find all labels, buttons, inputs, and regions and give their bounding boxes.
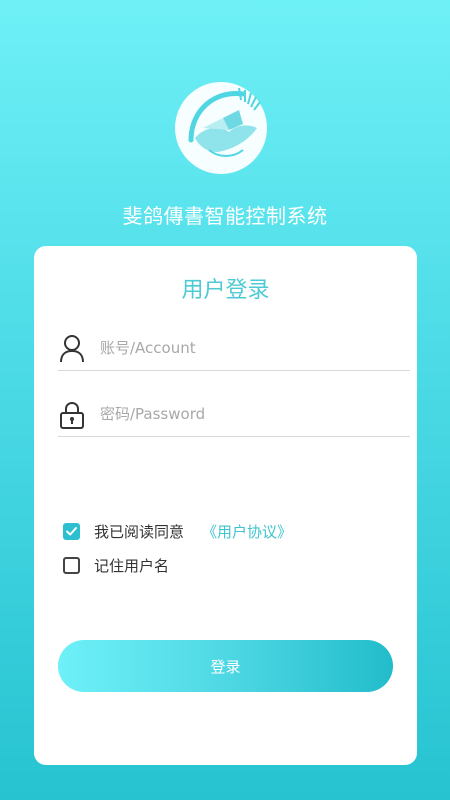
password-field — [58, 396, 410, 437]
lock-icon — [58, 400, 86, 430]
password-input[interactable] — [100, 400, 400, 428]
account-field — [58, 330, 410, 371]
agreement-row: 我已阅读同意 《用户协议》 — [63, 520, 292, 542]
remember-row: 记住用户名 — [63, 554, 169, 576]
agree-label: 我已阅读同意 — [94, 522, 185, 541]
agree-checkbox[interactable] — [63, 522, 80, 540]
account-input[interactable] — [100, 334, 400, 362]
bird-book-logo-icon — [175, 82, 267, 174]
remember-checkbox[interactable] — [63, 556, 80, 574]
check-icon — [66, 526, 77, 535]
login-button[interactable]: 登录 — [58, 640, 393, 692]
app-title: 斐鸽傳書智能控制系统 — [122, 204, 328, 228]
app-logo — [173, 80, 269, 176]
login-heading: 用户登录 — [181, 278, 270, 303]
user-icon — [58, 334, 86, 364]
remember-label: 记住用户名 — [94, 556, 170, 575]
login-card: 用户登录 我已阅读同意 《用户协议》 — [34, 246, 417, 765]
user-agreement-link[interactable]: 《用户协议》 — [202, 521, 292, 542]
